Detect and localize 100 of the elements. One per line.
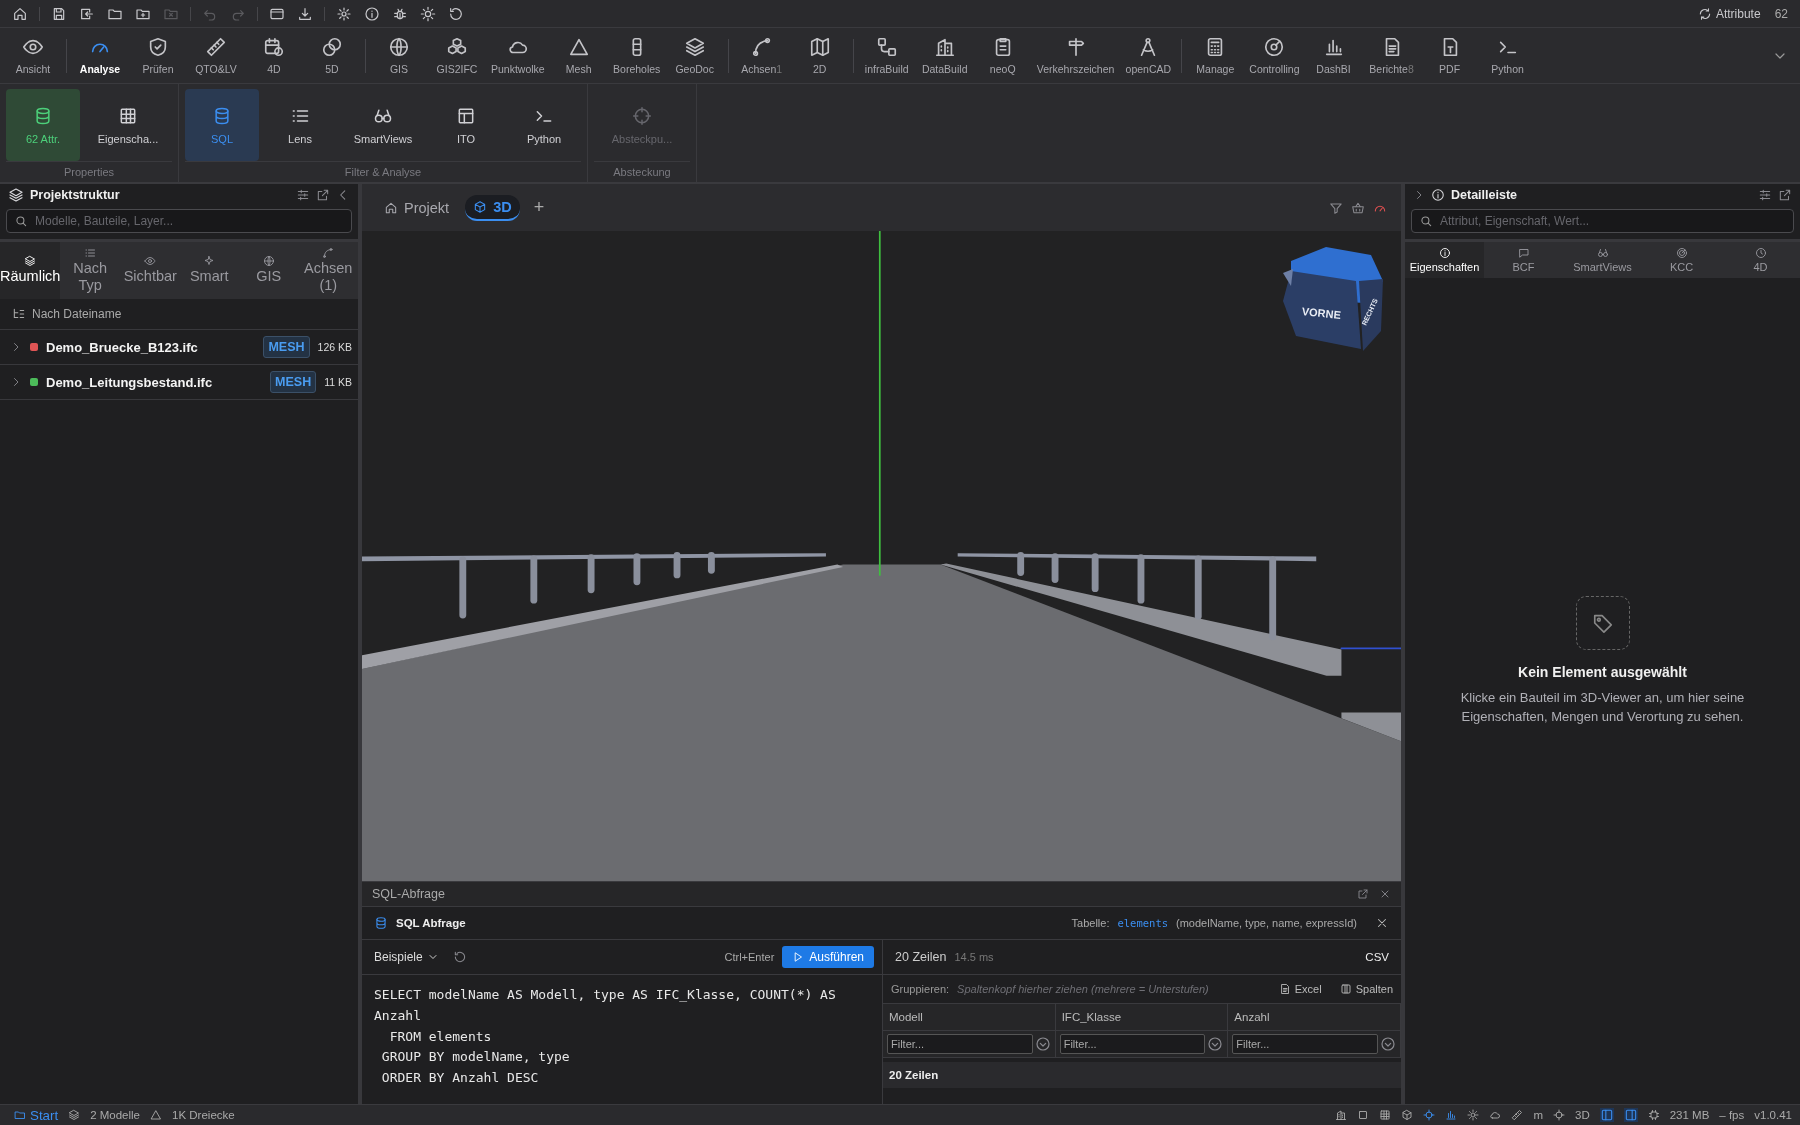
- cloud-icon[interactable]: [1489, 1109, 1502, 1121]
- external-link-icon[interactable]: [316, 188, 330, 202]
- ribbon-tab[interactable]: Controlling: [1244, 30, 1305, 81]
- dropdown-icon[interactable]: [1380, 1036, 1396, 1052]
- reset-icon[interactable]: [452, 950, 467, 964]
- ribbon-tab[interactable]: Berichte8: [1362, 30, 1421, 81]
- viewer-tab[interactable]: Projekt: [376, 195, 458, 220]
- panel-toggle-icon[interactable]: [1623, 1108, 1638, 1122]
- panel-tab[interactable]: Smart: [179, 242, 239, 299]
- view-mode[interactable]: 3D: [1575, 1109, 1590, 1121]
- ribbon-tab[interactable]: Achsen1: [732, 30, 791, 81]
- query-editor[interactable]: SELECT modelName AS Modell, type AS IFC_Klasse, COUNT(*) AS Anzahl FROM elements GROUP BY modelName, type ORDER BY Anzahl DESC: [362, 975, 882, 1099]
- dropdown-icon[interactable]: [1207, 1036, 1224, 1052]
- panel-tab[interactable]: KCC: [1642, 242, 1721, 278]
- dropdown-icon[interactable]: [1034, 1036, 1051, 1052]
- ribbon-tool-button[interactable]: SmartViews: [341, 89, 425, 161]
- search-field[interactable]: Modelle, Bauteile, Layer...: [6, 209, 352, 233]
- ribbon-tab[interactable]: DashBI: [1304, 30, 1363, 81]
- ribbon-tab[interactable]: 5D: [303, 30, 361, 81]
- panel-tab[interactable]: Nach Typ: [60, 242, 120, 299]
- grouping-label[interactable]: Nach Dateiname: [32, 307, 122, 321]
- filter-field[interactable]: Filter...: [887, 1034, 1033, 1054]
- viewer-tab[interactable]: 3D: [465, 194, 520, 221]
- bar-chart-icon[interactable]: [1445, 1109, 1458, 1121]
- bridge-model-drawing[interactable]: [362, 231, 1401, 881]
- ribbon-tab[interactable]: GIS: [370, 30, 428, 81]
- ruler-icon[interactable]: [1511, 1109, 1524, 1121]
- close-icon[interactable]: [1379, 888, 1391, 900]
- attributes-button[interactable]: Attribute: [1697, 6, 1761, 21]
- sun-icon[interactable]: [420, 5, 436, 22]
- panel-tab[interactable]: Eigenschaften: [1405, 242, 1484, 278]
- panel-tab[interactable]: Räumlich: [0, 242, 61, 299]
- filter-icon[interactable]: [1329, 200, 1343, 215]
- panel-tab[interactable]: GIS: [239, 242, 299, 299]
- panel-tab[interactable]: BCF: [1484, 242, 1563, 278]
- column-header[interactable]: Anzahl: [1228, 1004, 1400, 1031]
- columns-button[interactable]: Spalten: [1339, 983, 1393, 995]
- settings-icon[interactable]: [336, 5, 352, 22]
- grid-icon[interactable]: [1379, 1109, 1392, 1121]
- filter-field[interactable]: Filter...: [1059, 1034, 1206, 1054]
- group-row[interactable]: 20 Zeilen: [883, 1062, 1401, 1088]
- sliders-icon[interactable]: [296, 188, 310, 202]
- ribbon-tab[interactable]: infraBuild: [857, 30, 916, 81]
- ribbon-tab[interactable]: DataBuild: [915, 30, 974, 81]
- ribbon-tool-button[interactable]: 62 Attr.: [6, 89, 80, 161]
- column-header[interactable]: IFC_Klasse: [1055, 1004, 1228, 1031]
- home-icon[interactable]: [12, 5, 28, 22]
- search-field[interactable]: Attribut, Eigenschaft, Wert...: [1411, 209, 1794, 233]
- cube-icon[interactable]: [1401, 1109, 1414, 1121]
- ribbon-tab[interactable]: Python: [1478, 30, 1537, 81]
- crosshair-icon[interactable]: [1423, 1109, 1436, 1121]
- filter-field[interactable]: Filter...: [1232, 1034, 1378, 1054]
- ribbon-tool-button[interactable]: Lens: [263, 89, 337, 161]
- ribbon-tab[interactable]: Prüfen: [129, 30, 187, 81]
- run-button[interactable]: Ausführen: [782, 946, 874, 968]
- panel-tab[interactable]: Sichtbar: [119, 242, 180, 299]
- ribbon-tab[interactable]: 4D: [245, 30, 303, 81]
- panel-tab[interactable]: 4D: [1721, 242, 1800, 278]
- external-link-icon[interactable]: [1357, 888, 1369, 900]
- ribbon-tab[interactable]: GIS2IFC: [428, 30, 486, 81]
- ribbon-tab[interactable]: QTO&LV: [187, 30, 245, 81]
- download-icon[interactable]: [297, 5, 313, 22]
- refresh-icon[interactable]: [448, 5, 464, 22]
- column-header[interactable]: Modell: [883, 1004, 1055, 1031]
- panel-tab[interactable]: Achsen (1): [298, 242, 358, 299]
- file-name[interactable]: Demo_Bruecke_B123.ifc: [46, 339, 198, 355]
- save-icon[interactable]: [51, 5, 67, 22]
- sun-icon[interactable]: [1467, 1109, 1480, 1121]
- file-name[interactable]: Demo_Leitungsbestand.ifc: [46, 374, 213, 390]
- square-icon[interactable]: [1357, 1109, 1370, 1121]
- close-icon[interactable]: [1375, 916, 1389, 930]
- ribbon-tab[interactable]: 2D: [790, 30, 849, 81]
- basket-icon[interactable]: [1351, 200, 1365, 215]
- building-icon[interactable]: [1335, 1109, 1348, 1121]
- ribbon-tab[interactable]: Punktwolke: [486, 30, 550, 81]
- ribbon-tab[interactable]: Verkehrszeichen: [1031, 30, 1120, 81]
- ribbon-tool-button[interactable]: SQL: [185, 89, 259, 161]
- examples-dropdown[interactable]: Beispiele: [374, 950, 439, 964]
- ribbon-tab[interactable]: Manage: [1186, 30, 1245, 81]
- external-link-icon[interactable]: [1778, 188, 1792, 202]
- ribbon-tab[interactable]: neoQ: [973, 30, 1032, 81]
- ribbon-tab[interactable]: Mesh: [549, 30, 608, 81]
- ribbon-tab[interactable]: GeoDoc: [665, 30, 724, 81]
- ribbon-tab[interactable]: Ansicht: [4, 30, 62, 81]
- info-icon[interactable]: [364, 5, 380, 22]
- ribbon-tab[interactable]: Boreholes: [607, 30, 666, 81]
- group-drop-zone[interactable]: Spaltenkopf hierher ziehen (mehrere = Unterstufen): [957, 983, 1209, 995]
- panel-toggle-icon[interactable]: [1599, 1108, 1614, 1122]
- ribbon-tab[interactable]: Analyse: [71, 30, 129, 81]
- sliders-icon[interactable]: [1758, 188, 1772, 202]
- start-button[interactable]: Start: [14, 1107, 59, 1123]
- ribbon-tab[interactable]: PDF: [1420, 30, 1479, 81]
- excel-button[interactable]: Excel: [1278, 983, 1322, 995]
- ribbon-tool-button[interactable]: ITO: [429, 89, 503, 161]
- panel-tab[interactable]: SmartViews: [1563, 242, 1642, 278]
- csv-button[interactable]: CSV: [1365, 951, 1389, 963]
- unit-label[interactable]: m: [1533, 1109, 1543, 1121]
- ribbon-tab[interactable]: openCAD: [1119, 30, 1178, 81]
- add-tab-button[interactable]: +: [527, 197, 551, 218]
- ribbon-tool-button[interactable]: Python: [507, 89, 581, 161]
